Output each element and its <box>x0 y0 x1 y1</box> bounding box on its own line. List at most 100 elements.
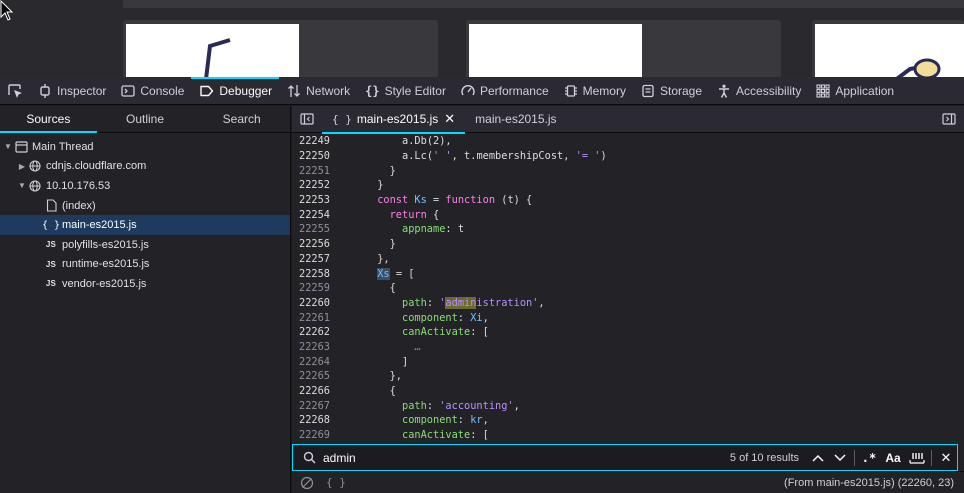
line-number[interactable]: 22256 <box>292 238 330 250</box>
tab-application[interactable]: Application <box>808 77 901 105</box>
tab-search[interactable]: Search <box>193 106 290 132</box>
line-number[interactable]: 22268 <box>292 414 330 426</box>
divider <box>854 449 855 466</box>
tab-performance[interactable]: Performance <box>453 77 556 105</box>
code-text: const Ks = function (t) { <box>377 194 533 207</box>
code-line[interactable]: 22255 appname: t <box>292 222 964 237</box>
line-number[interactable]: 22252 <box>292 179 330 191</box>
tree-item-vendor[interactable]: JS vendor-es2015.js <box>0 274 290 294</box>
code-view[interactable]: 22249 a.Db(2), 22250 a.Lc(' ', t.membersh… <box>292 134 964 444</box>
line-number[interactable]: 22259 <box>292 282 330 294</box>
next-result-button[interactable] <box>829 447 851 469</box>
line-number[interactable]: 22251 <box>292 165 330 177</box>
close-search-button[interactable]: ✕ <box>935 447 957 469</box>
code-line[interactable]: 22254 return { <box>292 207 964 222</box>
tab-console[interactable]: Console <box>113 77 191 105</box>
line-number[interactable]: 22260 <box>292 297 330 309</box>
pretty-print-button[interactable]: { } <box>326 476 346 489</box>
chevron-right-icon[interactable]: ▶ <box>16 162 28 171</box>
tree-item-index[interactable]: (index) <box>0 196 290 216</box>
js-badge: JS <box>45 279 57 289</box>
blackbox-icon <box>300 476 314 489</box>
editor-tab-label: main-es2015.js <box>475 112 557 126</box>
line-number[interactable]: 22253 <box>292 194 330 206</box>
toggle-debugger-sidebar-button[interactable] <box>934 106 964 133</box>
line-number[interactable]: 22257 <box>292 253 330 265</box>
tab-label: Application <box>835 83 895 98</box>
tab-outline[interactable]: Outline <box>97 106 194 132</box>
code-line[interactable]: 22262 canActivate: [ <box>292 325 964 340</box>
tab-network[interactable]: Network <box>279 77 357 105</box>
line-number[interactable]: 22255 <box>292 223 330 235</box>
code-line[interactable]: 22252 } <box>292 178 964 193</box>
tab-style-editor[interactable]: {} Style Editor <box>357 77 453 105</box>
code-text: } <box>389 238 396 251</box>
code-text: appname: t <box>402 223 465 236</box>
code-line[interactable]: 22263 … <box>292 340 964 355</box>
tree-item-runtime[interactable]: JS runtime-es2015.js <box>0 255 290 275</box>
code-line[interactable]: 22264 ] <box>292 354 964 369</box>
editor-tab-main-pretty[interactable]: { } main-es2015.js ✕ <box>322 106 466 134</box>
line-number[interactable]: 22264 <box>292 356 330 368</box>
close-icon[interactable]: ✕ <box>444 111 455 127</box>
tab-sources[interactable]: Sources <box>0 106 97 133</box>
code-line[interactable]: 22257 }, <box>292 252 964 267</box>
code-line[interactable]: 22260 path: 'administration', <box>292 296 964 311</box>
line-number[interactable]: 22267 <box>292 400 330 412</box>
tab-label: Console <box>140 83 185 98</box>
code-line[interactable]: 22253 const Ks = function (t) { <box>292 193 964 208</box>
tree-item-polyfills[interactable]: JS polyfills-es2015.js <box>0 235 290 255</box>
code-line[interactable]: 22267 path: 'accounting', <box>292 398 964 413</box>
chevron-down-icon[interactable]: ▼ <box>16 181 28 190</box>
code-line[interactable]: 22269 canActivate: [ <box>292 428 964 443</box>
code-line[interactable]: 22256 } <box>292 237 964 252</box>
code-text: a.Db(2), <box>402 135 452 148</box>
line-number[interactable]: 22265 <box>292 370 330 382</box>
find-in-file-bar: 5 of 10 results .* Aa ✕ <box>292 444 958 471</box>
chevron-down-icon[interactable]: ▼ <box>2 142 14 151</box>
code-line[interactable]: 22250 a.Lc(' ', t.membershipCost, '= ') <box>292 149 964 164</box>
line-number[interactable]: 22261 <box>292 312 330 324</box>
line-number[interactable]: 22266 <box>292 385 330 397</box>
tab-inspector[interactable]: Inspector <box>30 77 113 105</box>
previous-result-button[interactable] <box>807 447 829 469</box>
tab-debugger[interactable]: Debugger <box>191 76 279 105</box>
tree-item-main-es2015[interactable]: { } main-es2015.js <box>0 215 290 235</box>
regex-toggle-button[interactable]: .* <box>858 447 880 469</box>
code-line[interactable]: 22266 { <box>292 384 964 399</box>
toggle-sources-panel-button[interactable] <box>292 106 322 133</box>
tab-memory[interactable]: Memory <box>556 77 633 105</box>
line-number[interactable]: 22254 <box>292 209 330 221</box>
close-icon: ✕ <box>940 449 952 465</box>
code-line[interactable]: 22265 }, <box>292 369 964 384</box>
memory-icon <box>564 84 578 98</box>
code-line[interactable]: 22251 } <box>292 163 964 178</box>
line-number[interactable]: 22249 <box>292 135 330 147</box>
code-text: Xs = [ <box>377 267 415 280</box>
editor-tab-main[interactable]: main-es2015.js <box>465 106 566 133</box>
match-case-button[interactable]: Aa <box>880 447 906 469</box>
code-line[interactable]: 22259 { <box>292 281 964 296</box>
editor-tabs: { } main-es2015.js ✕ main-es2015.js <box>292 106 964 134</box>
tree-item-host[interactable]: ▼ 10.10.176.53 <box>0 176 290 196</box>
tab-storage[interactable]: Storage <box>633 77 709 105</box>
line-number[interactable]: 22263 <box>292 341 330 353</box>
devtools-toolbar: Inspector Console Debugger Network {} St… <box>0 76 964 105</box>
tree-item-cdnjs[interactable]: ▶ cdnjs.cloudflare.com <box>0 157 290 177</box>
code-line[interactable]: 22268 component: kr, <box>292 413 964 428</box>
element-picker-button[interactable] <box>0 77 30 105</box>
braces-icon: { } <box>332 112 352 126</box>
line-number[interactable]: 22262 <box>292 326 330 338</box>
line-number[interactable]: 22258 <box>292 268 330 280</box>
tab-accessibility[interactable]: Accessibility <box>709 77 808 105</box>
code-line[interactable]: 22258 Xs = [ <box>292 266 964 281</box>
line-number[interactable]: 22250 <box>292 150 330 162</box>
code-line[interactable]: 22261 component: Xi, <box>292 310 964 325</box>
search-input[interactable] <box>321 447 701 468</box>
line-number[interactable]: 22269 <box>292 429 330 441</box>
style-editor-icon: {} <box>365 83 380 98</box>
code-line[interactable]: 22249 a.Db(2), <box>292 134 964 149</box>
blackbox-toggle-button[interactable] <box>296 476 318 490</box>
whole-word-button[interactable] <box>906 447 928 469</box>
tree-item-main-thread[interactable]: ▼ Main Thread <box>0 137 290 157</box>
